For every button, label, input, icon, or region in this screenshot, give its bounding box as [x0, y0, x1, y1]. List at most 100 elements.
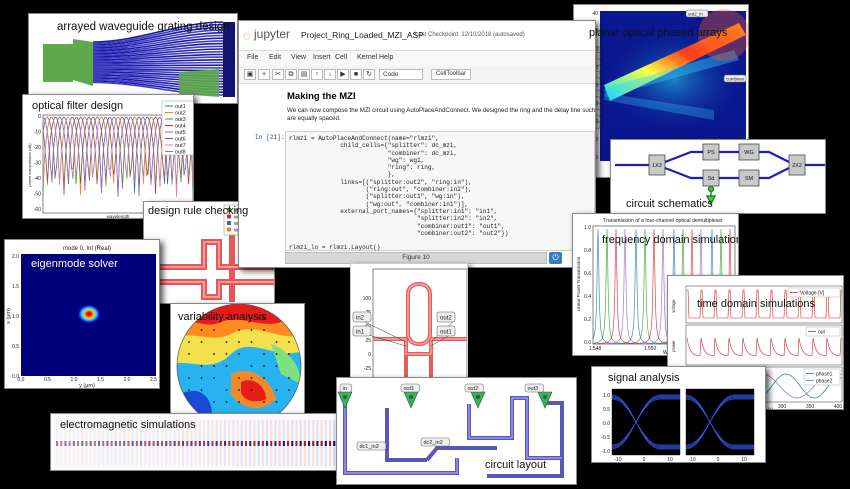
menu-item-insert[interactable]: Insert: [313, 54, 331, 61]
em-guided-mode: [266, 441, 269, 446]
freq-xtick: 1.550: [644, 346, 657, 352]
notebook-name[interactable]: Project_Ring_Loaded_MZI_ASP: [301, 30, 424, 40]
variability-site: [238, 353, 240, 355]
em-guided-mode: [106, 441, 109, 446]
em-guided-mode: [190, 441, 193, 446]
menu-item-kernel[interactable]: Kernel: [357, 54, 377, 61]
em-guided-mode: [148, 441, 151, 446]
filter-ytick: -30: [34, 161, 41, 167]
time-legend-phase1: phase1: [816, 372, 833, 378]
em-guided-mode: [68, 441, 71, 446]
menu-item-view[interactable]: View: [291, 54, 306, 61]
save-icon[interactable]: ▣: [244, 69, 256, 80]
menu-item-file[interactable]: File: [247, 54, 258, 61]
figure-close-icon[interactable]: ⏻: [549, 252, 562, 264]
opa-port-label: out2_in: [688, 12, 703, 17]
em-guided-mode: [173, 441, 176, 446]
code-line: "combiner:out2": "out2"}): [289, 229, 509, 237]
em-guided-mode: [215, 441, 218, 446]
em-guided-mode: [110, 441, 113, 446]
cell-type-select[interactable]: Code: [379, 69, 423, 80]
markdown-heading: Making the MZI: [287, 91, 356, 102]
eigen-xtick: 1.5: [97, 377, 104, 383]
schematic-block-label: 2X2: [792, 163, 802, 169]
variability-site: [288, 389, 290, 391]
toolbar: ▣ + ✂ ⧉ ▤ ↑ ↓ ▶ ■ ↻ Code CellToolbar: [239, 66, 595, 84]
cut-icon[interactable]: ✂: [272, 69, 284, 80]
em-guided-mode: [261, 441, 264, 446]
layout-port-label: in: [343, 386, 347, 392]
em-guided-mode: [98, 441, 101, 446]
move-down-icon[interactable]: ↓: [324, 69, 336, 80]
variability-panel: variability analysis: [170, 303, 305, 416]
freq-ytick: 0.4: [584, 294, 591, 300]
variability-site: [275, 341, 278, 343]
paste-icon[interactable]: ▤: [298, 69, 310, 80]
code-line: links=[("splitter:out2", "ring:in"),: [289, 178, 472, 186]
cell-prompt: In [21]:: [255, 134, 285, 141]
run-icon[interactable]: ▶: [337, 69, 349, 80]
eigen-xtick: 1.0: [71, 377, 78, 383]
label-eigen: eigenmode solver: [31, 258, 118, 270]
label-layout: circuit layout: [485, 459, 547, 471]
filter-ytick: -40: [34, 176, 41, 182]
signal-xtick: 10: [741, 457, 747, 463]
em-guided-mode: [144, 441, 147, 446]
variability-site: [288, 377, 290, 379]
signal-xtick: -10: [688, 457, 695, 463]
awg-panel: arrayed waveguide grating design: [28, 13, 238, 104]
em-guided-mode: [135, 441, 138, 446]
variability-site: [225, 353, 228, 355]
em-guided-mode: [219, 441, 222, 446]
restart-icon[interactable]: ↻: [363, 69, 375, 80]
eigen-ytick: 1.5: [12, 284, 19, 290]
freq-ytick: 1.0: [584, 225, 591, 231]
em-guided-mode: [211, 441, 214, 446]
menu-item-help[interactable]: Help: [379, 54, 393, 61]
filter-legend-label: out5: [175, 130, 186, 136]
em-guided-mode: [194, 441, 197, 446]
mzi-ytick: -25: [364, 366, 371, 372]
variability-site: [188, 389, 190, 391]
variability-site: [238, 377, 240, 379]
filter-legend-label: out2: [175, 111, 186, 117]
em-guided-mode: [123, 441, 126, 446]
copy-icon[interactable]: ⧉: [285, 69, 297, 80]
eigen-title: mode 0, Int (Real): [63, 246, 111, 252]
move-up-icon[interactable]: ↑: [311, 69, 323, 80]
em-guided-mode: [60, 441, 63, 446]
code-line: external_port_names={"splitter:in1": "in…: [289, 207, 498, 215]
em-guided-mode: [308, 441, 311, 446]
em-guided-mode: [287, 441, 290, 446]
label-filter: optical filter design: [32, 100, 124, 112]
menu-item-cell[interactable]: Cell: [335, 54, 347, 61]
variability-site: [263, 353, 265, 355]
filter-legend-label: out4: [175, 124, 186, 130]
celltoolbar-button[interactable]: CellToolbar: [431, 69, 472, 80]
em-guided-mode: [169, 441, 172, 446]
menu-item-edit[interactable]: Edit: [269, 54, 281, 61]
filter-ylabel: power transmission (dB): [27, 143, 32, 187]
schematic-block-label: Sd: [708, 176, 715, 182]
code-text[interactable]: rlmzi = AutoPlaceAndConnect(name="rlmzi"…: [286, 132, 594, 259]
label-opa: planar optical phased arrays: [589, 27, 728, 39]
time-xtick: 300: [778, 404, 787, 410]
variability-site: [200, 365, 203, 367]
label-drc: design rule checking: [148, 205, 249, 217]
freq-xtick: 1.548: [589, 346, 602, 352]
mzi-ytick: 25: [365, 338, 371, 344]
variability-site: [200, 341, 203, 343]
stop-icon[interactable]: ■: [350, 69, 362, 80]
schematic-block-label: 1X2: [652, 163, 662, 169]
time-xtick: 400: [834, 404, 843, 410]
em-guided-mode: [240, 441, 243, 446]
code-cell[interactable]: rlmzi = AutoPlaceAndConnect(name="rlmzi"…: [285, 131, 595, 259]
em-guided-mode: [81, 441, 84, 446]
jupyter-notebook-window: ◌ jupyter Project_Ring_Loaded_MZI_ASP La…: [238, 20, 596, 268]
em-guided-mode: [312, 441, 315, 446]
em-guided-mode: [257, 441, 260, 446]
em-guided-mode: [177, 441, 180, 446]
add-cell-icon[interactable]: +: [258, 69, 270, 80]
variability-site: [275, 353, 278, 355]
em-guided-mode: [253, 441, 256, 446]
